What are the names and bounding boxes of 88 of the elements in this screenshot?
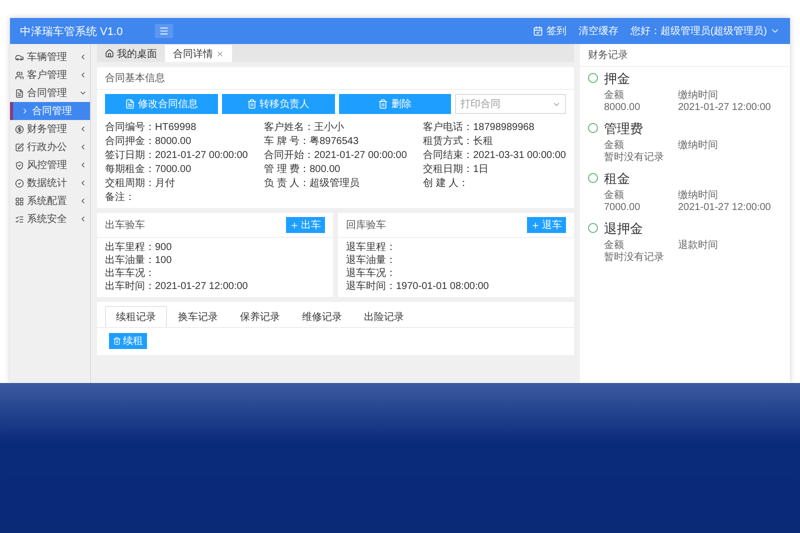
record-title: 押金 (604, 70, 631, 88)
info-field: 合同开始：2021-01-27 00:00:00 (264, 150, 407, 162)
field-label: 金额 (604, 240, 625, 252)
sidebar-item[interactable]: 客户管理 (10, 66, 90, 84)
trash-icon (378, 99, 388, 109)
field-label: 金额 (604, 140, 625, 152)
card-title: 出车验车 (105, 218, 145, 232)
info-field: 出车油量：100 (105, 255, 325, 267)
field-label: 缴纳时间 (678, 190, 719, 202)
edit-icon (15, 142, 24, 152)
record-title: 退押金 (604, 220, 644, 238)
record-title: 租金 (604, 170, 631, 188)
info-field: 合同押金：8000.00 (105, 136, 248, 148)
sidebar-item[interactable]: 系统安全 (10, 210, 90, 228)
info-field: 交租周期：月付 (105, 178, 248, 190)
field-value: 2021-01-27 12:00:00 (678, 202, 772, 214)
close-icon[interactable] (216, 50, 224, 58)
timeline-dot (588, 223, 598, 233)
info-field: 签订日期：2021-01-27 00:00:00 (105, 150, 248, 162)
info-field: 退车车况： (346, 268, 566, 280)
app-title: 中泽瑞车管系统 V1.0 (20, 24, 123, 38)
card-title: 财务记录 (580, 44, 790, 67)
record-title: 管理费 (604, 120, 644, 138)
sidebar-item[interactable]: 行政办公 (10, 138, 90, 156)
coin-icon (15, 124, 24, 134)
info-field: 创 建 人： (423, 178, 566, 190)
info-field: 客户电话：18798989968 (423, 122, 566, 134)
field-value: 8000.00 (604, 102, 642, 114)
field-value: 7000.00 (604, 202, 642, 214)
field-label: 退款时间 (678, 240, 719, 252)
user-menu[interactable]: 您好：超级管理员(超级管理员) (630, 24, 780, 38)
sidebar-item[interactable]: 财务管理 (10, 120, 90, 138)
sidebar-item[interactable]: 合同管理 (10, 84, 90, 102)
page-tab[interactable]: 合同详情 (165, 45, 232, 62)
info-field: 车 牌 号：粤8976543 (264, 136, 407, 148)
info-field: 备注： (97, 190, 574, 208)
document-icon (15, 88, 24, 98)
car-icon (15, 52, 24, 62)
info-field: 交租日期：1日 (423, 164, 566, 176)
calendar-icon (533, 26, 544, 36)
trash-icon (113, 337, 121, 345)
field-label: 缴纳时间 (678, 140, 719, 152)
home-icon (105, 49, 114, 58)
info-field: 出车里程：900 (105, 242, 325, 254)
info-field: 出车时间：2021-01-27 12:00:00 (105, 281, 325, 293)
field-label: 金额 (604, 190, 625, 202)
plus-icon (290, 220, 299, 230)
sidebar-item[interactable]: 风控管理 (10, 156, 90, 174)
grid-icon (15, 196, 24, 206)
people-icon (15, 70, 24, 80)
field-label: 金额 (604, 90, 625, 102)
card-title: 合同基本信息 (97, 67, 574, 90)
sidebar-subitem[interactable]: 合同管理 (10, 102, 90, 120)
plus-icon (531, 220, 540, 230)
info-field: 负 责 人：超级管理员 (264, 178, 407, 190)
info-field: 退车里程： (346, 242, 566, 254)
field-value: 2021-01-27 12:00:00 (678, 102, 772, 114)
shield-icon (15, 160, 24, 170)
info-field: 租赁方式：长租 (423, 136, 566, 148)
timeline-dot (588, 123, 598, 133)
timeline-dot (588, 173, 598, 183)
timeline-dot (588, 73, 598, 83)
card-title: 回库验车 (346, 218, 386, 232)
sidebar-item[interactable]: 数据统计 (10, 174, 90, 192)
page-tab[interactable]: 我的桌面 (97, 45, 165, 62)
info-field: 出车车况： (105, 268, 325, 280)
trash-icon (246, 99, 257, 109)
info-field: 每期租金：7000.00 (105, 164, 248, 176)
field-label: 缴纳时间 (678, 90, 719, 102)
header-link[interactable]: 签到 (533, 24, 566, 38)
field-value: 暂时没有记录 (604, 152, 665, 164)
header-link[interactable]: 清空缓存 (578, 24, 618, 38)
menu-button[interactable] (154, 24, 173, 38)
record-tab[interactable]: 续租记录 (105, 306, 167, 327)
menu-icon (158, 26, 169, 36)
sidebar-item[interactable]: 车辆管理 (10, 48, 90, 66)
checklist-icon (15, 214, 24, 224)
chevron-icon (21, 107, 29, 115)
check-circle-icon (15, 178, 24, 188)
info-field: 退车油量： (346, 255, 566, 267)
info-field: 合同结束：2021-03-31 00:00:00 (423, 150, 566, 162)
info-field: 合同编号：HT69998 (105, 122, 248, 134)
info-field: 管 理 费：800.00 (264, 164, 407, 176)
info-field: 客户姓名：王小小 (264, 122, 407, 134)
document-icon (124, 99, 135, 109)
field-value: 暂时没有记录 (604, 252, 665, 264)
sidebar-item[interactable]: 系统配置 (10, 192, 90, 210)
info-field: 退车时间：1970-01-01 08:00:00 (346, 281, 566, 293)
